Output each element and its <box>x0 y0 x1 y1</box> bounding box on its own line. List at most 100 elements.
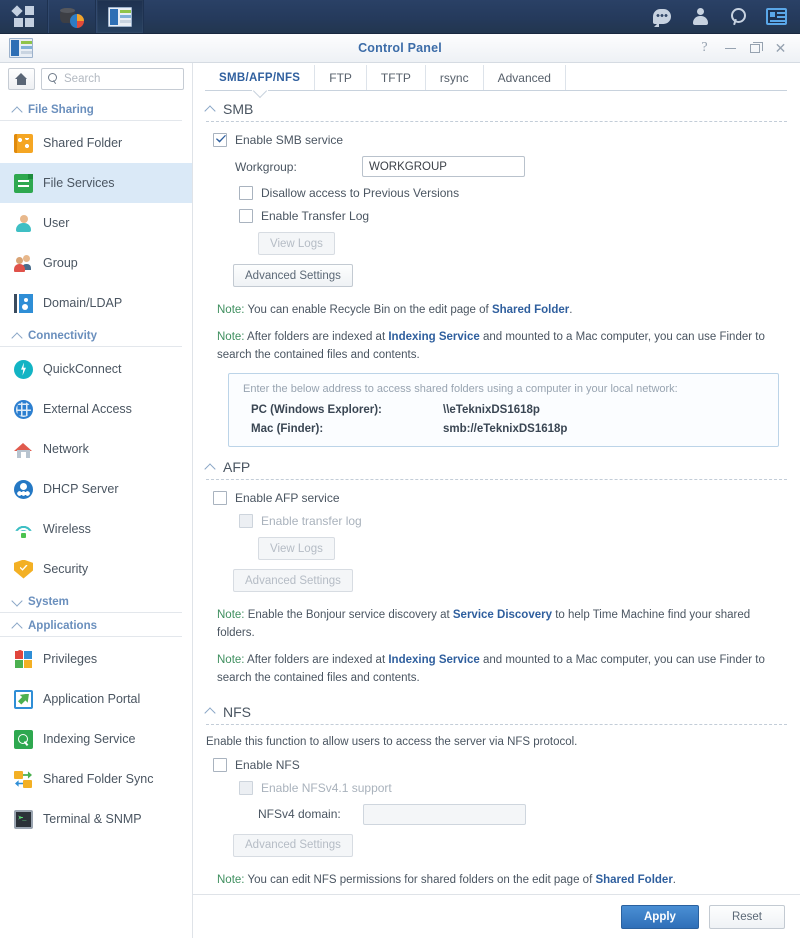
nfs-section-header[interactable]: NFS <box>206 704 787 724</box>
sidebar-item-privileges[interactable]: Privileges <box>0 639 192 679</box>
control-panel-window: Control Panel ? ✕ Search File Sharing Sh… <box>0 34 800 938</box>
shared-folder-link[interactable]: Shared Folder <box>595 874 672 886</box>
afp-advanced-settings-button: Advanced Settings <box>233 569 353 593</box>
widgets-icon[interactable] <box>764 5 788 29</box>
service-discovery-link[interactable]: Service Discovery <box>453 609 552 621</box>
close-button[interactable]: ✕ <box>774 41 787 55</box>
sidebar-group-connectivity[interactable]: Connectivity <box>0 326 182 347</box>
sidebar-item-quickconnect[interactable]: QuickConnect <box>0 349 192 389</box>
nfs-note-permissions: Note: You can edit NFS permissions for s… <box>217 872 787 890</box>
afp-view-logs-row: View Logs <box>258 537 787 561</box>
apply-button[interactable]: Apply <box>621 904 699 929</box>
sidebar-group-label: Applications <box>28 620 98 632</box>
tab-tftp[interactable]: TFTP <box>367 65 426 91</box>
content-area: SMB/AFP/NFS FTP TFTP rsync Advanced SMB … <box>193 63 800 938</box>
note-text: After folders are indexed at <box>244 654 389 667</box>
user-options-icon[interactable] <box>688 5 712 29</box>
nfsv4-domain-input <box>363 803 526 825</box>
sidebar-item-wireless[interactable]: Wireless <box>0 509 192 549</box>
enable-smb-checkbox[interactable] <box>213 133 227 147</box>
sidebar-item-group[interactable]: Group <box>0 243 192 283</box>
sidebar-item-user[interactable]: User <box>0 203 192 243</box>
sidebar-toolbar <box>0 63 192 94</box>
smb-view-logs-button[interactable]: View Logs <box>258 232 335 255</box>
note-text: . <box>672 873 676 886</box>
afp-enable-row: Enable AFP service <box>213 491 787 506</box>
search-box[interactable] <box>41 67 184 90</box>
taskbar-item-control-panel[interactable] <box>96 0 144 33</box>
sidebar-item-label: Indexing Service <box>43 732 136 746</box>
tab-advanced[interactable]: Advanced <box>484 65 566 91</box>
smb-address-box: Enter the below address to access shared… <box>228 373 779 448</box>
sidebar-item-label: Network <box>43 442 89 456</box>
smb-transfer-log-row: Enable Transfer Log <box>239 209 787 223</box>
shared-folder-link[interactable]: Shared Folder <box>492 304 569 316</box>
tab-ftp[interactable]: FTP <box>315 65 367 91</box>
reset-button[interactable]: Reset <box>708 904 785 929</box>
dhcp-server-icon <box>14 479 33 499</box>
sidebar-group-system[interactable]: System <box>0 592 182 613</box>
afp-section-header[interactable]: AFP <box>206 459 787 479</box>
enable-nfs-checkbox[interactable] <box>213 757 227 772</box>
sidebar-item-external-access[interactable]: External Access <box>0 389 192 429</box>
tab-rsync[interactable]: rsync <box>426 65 484 91</box>
indexing-service-link[interactable]: Indexing Service <box>388 331 479 343</box>
sidebar-item-file-services[interactable]: File Services <box>0 163 192 203</box>
sidebar-item-application-portal[interactable]: Application Portal <box>0 679 192 719</box>
taskbar <box>0 0 800 34</box>
sidebar-item-label: External Access <box>43 402 132 416</box>
window-titlebar[interactable]: Control Panel ? ✕ <box>0 34 800 63</box>
maximize-button[interactable] <box>750 41 763 53</box>
taskbar-item-package-center[interactable] <box>48 0 96 33</box>
taskbar-item-main-menu[interactable] <box>0 0 48 33</box>
disallow-previous-versions-label: Disallow access to Previous Versions <box>261 186 460 200</box>
note-text: . <box>569 304 573 316</box>
sidebar-group-label: System <box>28 596 69 608</box>
sidebar-item-shared-folder-sync[interactable]: Shared Folder Sync <box>0 759 192 799</box>
help-button[interactable]: ? <box>698 41 711 55</box>
sidebar-item-terminal-snmp[interactable]: >_ Terminal & SNMP <box>0 799 192 839</box>
home-icon <box>15 72 28 85</box>
section-divider <box>206 479 787 481</box>
settings-pane: SMB Enable SMB service Workgroup: Disall… <box>193 91 800 894</box>
note-text: After folders are indexed at <box>244 330 389 343</box>
smb-advanced-settings-button[interactable]: Advanced Settings <box>233 264 353 287</box>
sidebar-item-shared-folder[interactable]: Shared Folder <box>0 123 192 163</box>
indexing-service-icon <box>14 729 33 749</box>
sidebar-item-label: Shared Folder <box>43 136 123 150</box>
minimize-button[interactable] <box>725 47 736 49</box>
enable-transfer-log-checkbox[interactable] <box>239 209 253 223</box>
external-access-icon <box>14 399 33 419</box>
sidebar-item-label: Domain/LDAP <box>43 296 123 310</box>
sidebar-item-network[interactable]: Network <box>0 429 192 469</box>
address-value: \\eTeknixDS1618p <box>443 404 540 417</box>
window-title: Control Panel <box>358 41 442 55</box>
sidebar-item-domain-ldap[interactable]: Domain/LDAP <box>0 283 192 323</box>
search-input[interactable] <box>64 72 177 85</box>
terminal-snmp-icon: >_ <box>14 809 33 829</box>
workgroup-input[interactable] <box>362 156 525 177</box>
enable-smb-label: Enable SMB service <box>235 133 344 147</box>
section-title: AFP <box>223 459 251 476</box>
home-button[interactable] <box>8 67 35 90</box>
enable-nfsv41-checkbox <box>239 780 253 795</box>
file-services-icon <box>14 173 33 193</box>
nfs-advanced-settings-button: Advanced Settings <box>233 833 353 857</box>
smb-section-header[interactable]: SMB <box>206 101 787 121</box>
sidebar-item-label: Application Portal <box>43 692 141 706</box>
notifications-chat-icon[interactable] <box>650 5 674 29</box>
tab-smb-afp-nfs[interactable]: SMB/AFP/NFS <box>205 65 316 92</box>
disallow-previous-versions-checkbox[interactable] <box>239 186 253 200</box>
sidebar-group-applications[interactable]: Applications <box>0 616 182 637</box>
afp-note-bonjour: Note: Enable the Bonjour service discove… <box>217 607 787 643</box>
sidebar-group-file-sharing[interactable]: File Sharing <box>0 100 182 121</box>
nfsv41-row: Enable NFSv4.1 support <box>239 780 787 795</box>
enable-afp-checkbox[interactable] <box>213 491 227 506</box>
afp-advanced-row: Advanced Settings <box>233 569 787 593</box>
sidebar-item-dhcp-server[interactable]: DHCP Server <box>0 469 192 509</box>
sidebar-item-indexing-service[interactable]: Indexing Service <box>0 719 192 759</box>
indexing-service-link[interactable]: Indexing Service <box>388 654 479 666</box>
chevron-up-icon <box>206 707 215 716</box>
search-icon[interactable] <box>726 5 750 29</box>
sidebar-item-security[interactable]: Security <box>0 549 192 589</box>
